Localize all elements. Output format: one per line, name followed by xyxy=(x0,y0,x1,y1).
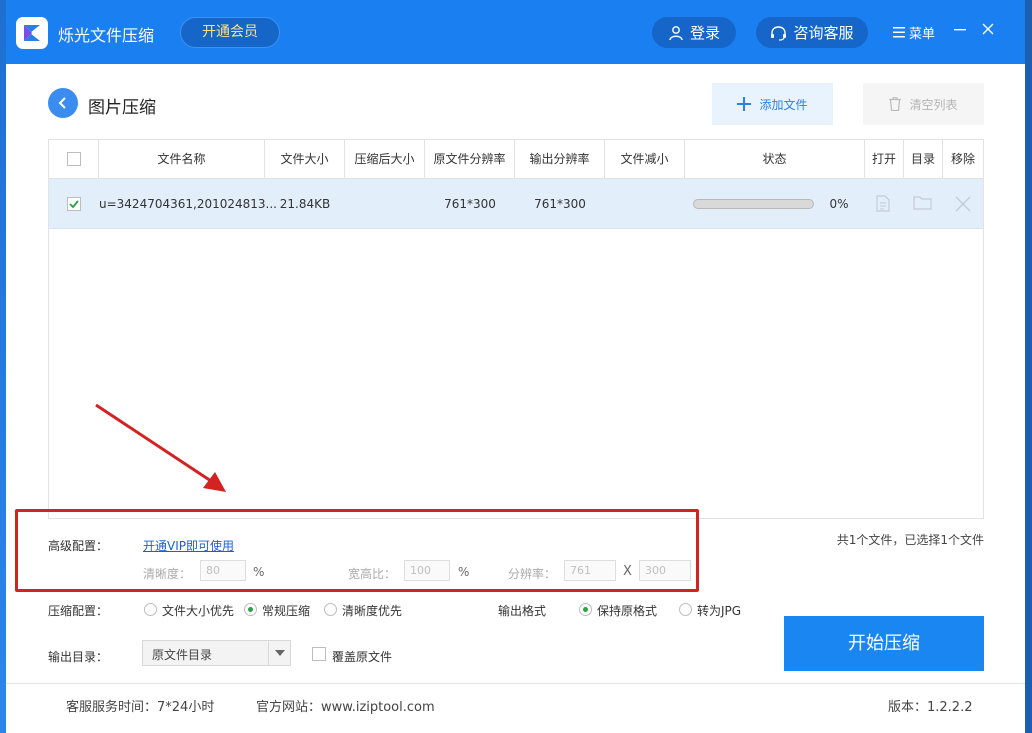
radio-keep-format[interactable] xyxy=(579,603,592,616)
radio-size-priority-label[interactable]: 文件大小优先 xyxy=(162,602,234,619)
radio-normal-compress[interactable] xyxy=(244,603,257,616)
radio-size-priority[interactable] xyxy=(144,603,157,616)
output-format-label: 输出格式 xyxy=(498,604,547,618)
table-row[interactable]: u=3424704361,201024813... 21.84KB 761*30… xyxy=(49,179,983,229)
table-header: 文件名称 文件大小 压缩后大小 原文件分辨率 输出分辨率 文件减小 状态 打开 … xyxy=(49,140,983,179)
col-directory[interactable]: 目录 xyxy=(904,140,943,178)
cell-orig-resolution: 761*300 xyxy=(444,197,496,211)
cell-out-resolution: 761*300 xyxy=(534,197,586,211)
col-open[interactable]: 打开 xyxy=(865,140,904,178)
select-all-checkbox[interactable] xyxy=(67,152,81,166)
radio-normal-compress-label[interactable]: 常规压缩 xyxy=(262,602,310,619)
open-directory-button[interactable] xyxy=(913,195,932,213)
cell-file-name: u=3424704361,201024813... xyxy=(99,197,277,211)
radio-to-jpg[interactable] xyxy=(679,603,692,616)
app-window: 烁光文件压缩 开通会员 登录 咨询客服 菜单 图片压缩 添加文件 清空列表 文件… xyxy=(6,0,1025,733)
cell-reduced xyxy=(605,179,685,229)
col-file-size[interactable]: 文件大小 xyxy=(265,140,345,178)
back-button[interactable] xyxy=(48,88,78,118)
overwrite-checkbox[interactable] xyxy=(312,647,326,661)
col-orig-resolution[interactable]: 原文件分辨率 xyxy=(425,140,515,178)
trash-icon xyxy=(889,97,902,111)
chevron-down-icon xyxy=(268,641,290,665)
title-bar: 烁光文件压缩 开通会员 登录 咨询客服 菜单 xyxy=(6,0,1025,64)
progress-text: 0% xyxy=(829,197,849,211)
radio-to-jpg-label[interactable]: 转为JPG xyxy=(697,602,741,619)
output-dir-label: 输出目录： xyxy=(48,650,109,664)
selection-summary: 共1个文件，已选择1个文件 xyxy=(836,533,984,547)
radio-clarity-priority-label[interactable]: 清晰度优先 xyxy=(342,602,402,619)
page-title: 图片压缩 xyxy=(88,98,156,118)
app-name: 烁光文件压缩 xyxy=(58,26,155,45)
annotation-highlight-box xyxy=(15,509,699,592)
clear-list-button[interactable]: 清空列表 xyxy=(863,83,984,125)
col-reduced[interactable]: 文件减小 xyxy=(605,140,685,178)
col-out-resolution[interactable]: 输出分辨率 xyxy=(515,140,605,178)
output-dir-value: 原文件目录 xyxy=(152,648,213,662)
row-checkbox[interactable] xyxy=(67,197,81,211)
col-compressed-size[interactable]: 压缩后大小 xyxy=(345,140,425,178)
version-text: 版本：1.2.2.2 xyxy=(888,700,973,715)
close-icon xyxy=(982,23,994,35)
headset-icon xyxy=(771,25,787,41)
start-compress-button[interactable]: 开始压缩 xyxy=(784,616,984,671)
add-file-label: 添加文件 xyxy=(759,97,808,112)
close-icon xyxy=(955,196,971,212)
arrow-left-icon xyxy=(58,97,66,109)
app-logo-icon xyxy=(16,17,48,49)
open-vip-button[interactable]: 开通会员 xyxy=(180,17,280,48)
hamburger-icon xyxy=(893,27,905,38)
radio-clarity-priority[interactable] xyxy=(324,603,337,616)
clear-list-label: 清空列表 xyxy=(909,97,958,112)
radio-keep-format-label[interactable]: 保持原格式 xyxy=(597,602,657,619)
menu-label: 菜单 xyxy=(909,27,936,42)
document-icon xyxy=(876,195,890,212)
official-website[interactable]: 官方网站：www.iziptool.com xyxy=(256,696,435,715)
desktop-background xyxy=(1025,0,1032,733)
col-status[interactable]: 状态 xyxy=(685,140,865,178)
checkmark-icon xyxy=(69,200,79,209)
plus-icon xyxy=(737,97,752,111)
close-button[interactable] xyxy=(982,20,994,39)
login-button[interactable]: 登录 xyxy=(652,17,736,48)
minimize-icon xyxy=(954,29,966,31)
minimize-button[interactable] xyxy=(954,20,966,39)
cell-file-size: 21.84KB xyxy=(279,197,331,211)
select-all-cell xyxy=(49,140,99,178)
folder-icon xyxy=(913,196,932,210)
login-label: 登录 xyxy=(689,24,720,42)
col-remove[interactable]: 移除 xyxy=(943,140,983,178)
overwrite-label[interactable]: 覆盖原文件 xyxy=(332,648,392,665)
customer-service-button[interactable]: 咨询客服 xyxy=(756,17,868,48)
compress-config-label: 压缩配置： xyxy=(48,604,109,618)
open-file-button[interactable] xyxy=(876,195,890,215)
menu-button[interactable]: 菜单 xyxy=(893,23,935,42)
footer-bar: 客服服务时间：7*24小时 官方网站：www.iziptool.com 版本：1… xyxy=(6,683,1025,733)
progress-bar xyxy=(693,199,814,209)
output-dir-select[interactable]: 原文件目录 xyxy=(142,640,291,666)
cell-compressed-size xyxy=(345,179,425,229)
user-icon xyxy=(669,25,683,40)
col-file-name[interactable]: 文件名称 xyxy=(99,140,265,178)
service-label: 咨询客服 xyxy=(793,24,854,42)
service-time: 客服服务时间：7*24小时 xyxy=(66,700,215,715)
file-table: 文件名称 文件大小 压缩后大小 原文件分辨率 输出分辨率 文件减小 状态 打开 … xyxy=(48,139,984,519)
remove-row-button[interactable] xyxy=(955,196,971,215)
add-file-button[interactable]: 添加文件 xyxy=(712,83,833,125)
